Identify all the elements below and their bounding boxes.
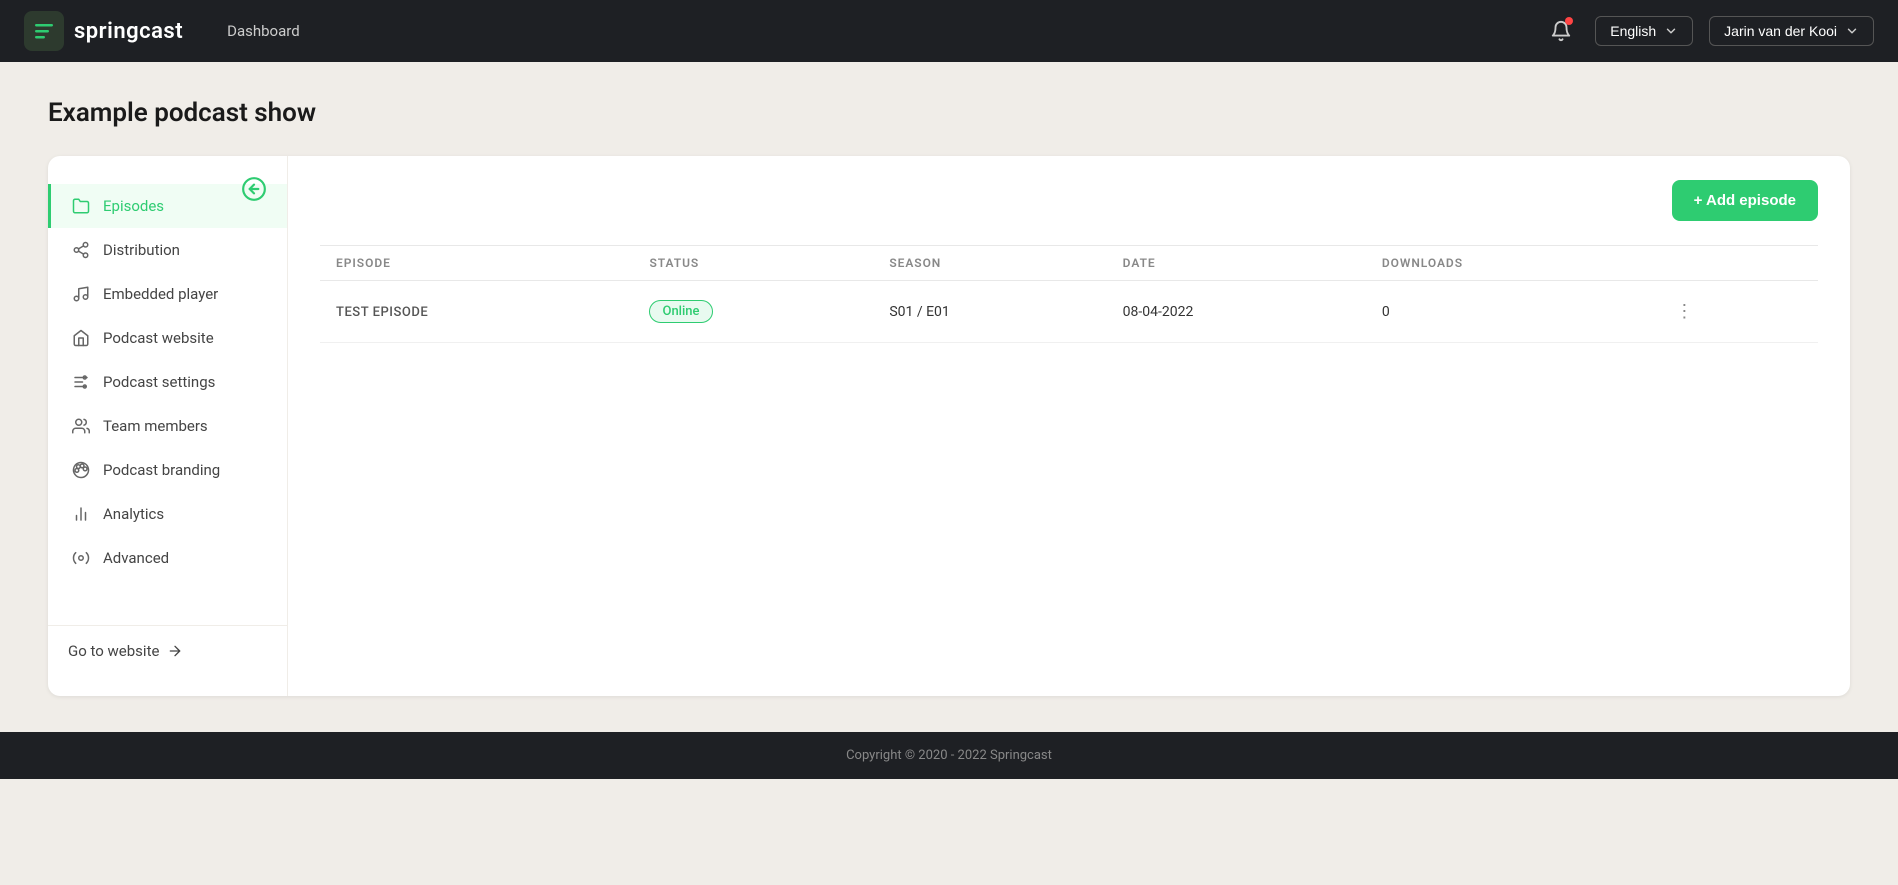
sidebar-item-podcast-settings[interactable]: Podcast settings <box>48 360 287 404</box>
main-card: Episodes Distribution <box>48 156 1850 696</box>
col-episode: EPISODE <box>320 246 633 281</box>
table-row: TEST EPISODE Online S01 / E01 08-04-2022… <box>320 281 1818 343</box>
sidebar-item-team-members[interactable]: Team members <box>48 404 287 448</box>
sidebar-item-podcast-branding[interactable]: Podcast branding <box>48 448 287 492</box>
embedded-player-icon <box>71 284 91 304</box>
sidebar-item-podcast-website[interactable]: Podcast website <box>48 316 287 360</box>
episode-downloads: 0 <box>1366 281 1652 343</box>
col-date: DATE <box>1107 246 1366 281</box>
sidebar-item-embedded-player[interactable]: Embedded player <box>48 272 287 316</box>
footer: Copyright © 2020 - 2022 Springcast <box>0 732 1898 779</box>
status-badge: Online <box>649 300 712 323</box>
sidebar-back-button[interactable] <box>241 176 267 205</box>
col-downloads: DOWNLOADS <box>1366 246 1652 281</box>
main-header: + Add episode <box>320 180 1818 221</box>
team-members-icon <box>71 416 91 436</box>
podcast-settings-icon <box>71 372 91 392</box>
episodes-icon <box>71 196 91 216</box>
user-dropdown[interactable]: Jarin van der Kooi <box>1709 16 1874 46</box>
language-dropdown[interactable]: English <box>1595 16 1693 46</box>
sidebar-item-advanced[interactable]: Advanced <box>48 536 287 580</box>
logo-area: springcast <box>24 11 183 51</box>
episode-date: 08-04-2022 <box>1107 281 1366 343</box>
sidebar-item-distribution[interactable]: Distribution <box>48 228 287 272</box>
sidebar: Episodes Distribution <box>48 156 288 696</box>
page-title: Example podcast show <box>48 98 1850 128</box>
topnav-right: English Jarin van der Kooi <box>1543 13 1874 49</box>
go-to-website-link[interactable]: Go to website <box>68 642 267 660</box>
page-content: Example podcast show E <box>0 62 1898 732</box>
topnav: springcast Dashboard English Jarin van d… <box>0 0 1898 62</box>
sidebar-item-analytics[interactable]: Analytics <box>48 492 287 536</box>
episode-status: Online <box>633 281 873 343</box>
episode-more-button[interactable]: ⋮ <box>1667 297 1701 326</box>
dashboard-link[interactable]: Dashboard <box>227 22 300 40</box>
analytics-icon <box>71 504 91 524</box>
add-episode-button[interactable]: + Add episode <box>1672 180 1818 221</box>
sidebar-nav: Episodes Distribution <box>48 176 287 625</box>
episodes-tbody: TEST EPISODE Online S01 / E01 08-04-2022… <box>320 281 1818 343</box>
advanced-icon <box>71 548 91 568</box>
footer-text: Copyright © 2020 - 2022 Springcast <box>846 748 1052 763</box>
col-actions <box>1651 246 1818 281</box>
col-season: SEASON <box>873 246 1106 281</box>
podcast-website-icon <box>71 328 91 348</box>
episodes-table: EPISODE STATUS SEASON DATE DOWNLOADS TES… <box>320 245 1818 343</box>
main-area: + Add episode EPISODE STATUS SEASON DATE… <box>288 156 1850 696</box>
episode-actions: ⋮ <box>1651 281 1818 343</box>
logo-icon <box>24 11 64 51</box>
sidebar-footer: Go to website <box>48 625 287 676</box>
episode-name: TEST EPISODE <box>320 281 633 343</box>
distribution-icon <box>71 240 91 260</box>
col-status: STATUS <box>633 246 873 281</box>
podcast-branding-icon <box>71 460 91 480</box>
table-head: EPISODE STATUS SEASON DATE DOWNLOADS <box>320 246 1818 281</box>
episode-season: S01 / E01 <box>873 281 1106 343</box>
app-name: springcast <box>74 19 183 44</box>
notifications-button[interactable] <box>1543 13 1579 49</box>
